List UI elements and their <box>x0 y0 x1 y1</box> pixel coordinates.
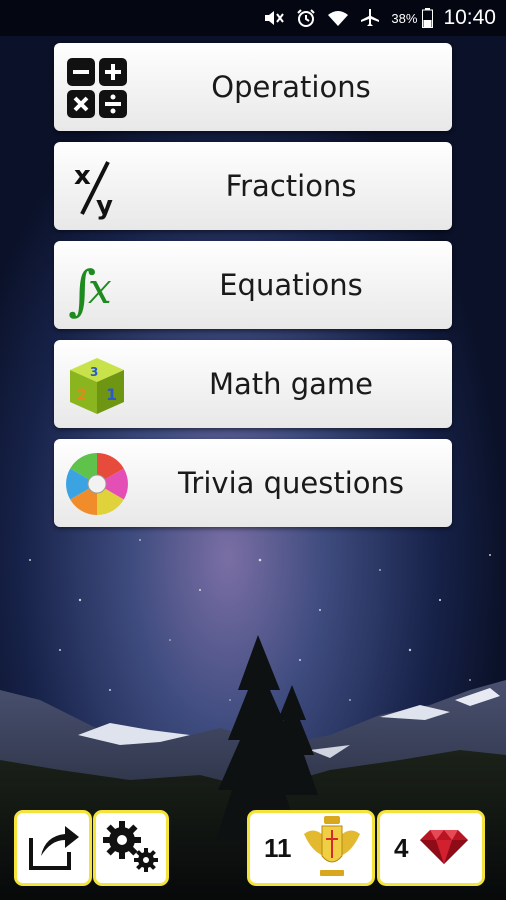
settings-gears-icon <box>100 818 162 878</box>
alarm-icon <box>295 7 317 29</box>
equations-label: Equations <box>219 268 363 302</box>
color-wheel-icon <box>64 451 130 517</box>
svg-text:x: x <box>88 264 112 313</box>
status-bar: 38% 10:40 <box>0 0 506 36</box>
badges-counter[interactable]: 11 <box>247 810 375 886</box>
svg-text:y: y <box>96 191 113 220</box>
battery-icon <box>421 7 433 29</box>
ruby-gem-icon <box>416 826 472 870</box>
svg-text:2: 2 <box>76 385 87 404</box>
equations-button[interactable]: ∫ x Equations <box>54 241 452 329</box>
integral-icon: ∫ x <box>64 253 130 322</box>
share-icon <box>25 818 81 878</box>
fractions-button[interactable]: x y Fractions <box>54 142 452 230</box>
share-button[interactable] <box>14 810 92 886</box>
wifi-icon <box>327 7 349 29</box>
operations-icon <box>64 55 130 121</box>
settings-button[interactable] <box>93 810 169 886</box>
svg-text:x: x <box>74 161 91 191</box>
gems-count: 4 <box>394 832 409 863</box>
math-game-button[interactable]: 3 2 1 Math game <box>54 340 452 428</box>
svg-text:1: 1 <box>106 385 117 404</box>
main-menu: Operations x y Fractions ∫ x Equations 3… <box>54 43 452 538</box>
clock-time: 10:40 <box>443 6 496 29</box>
trivia-questions-label: Trivia questions <box>177 466 405 500</box>
trivia-questions-button[interactable]: Trivia questions <box>54 439 452 527</box>
operations-button[interactable]: Operations <box>54 43 452 131</box>
mute-icon <box>263 7 285 29</box>
gems-counter[interactable]: 4 <box>377 810 485 886</box>
badges-count: 11 <box>264 832 292 863</box>
operations-label: Operations <box>211 70 371 104</box>
coat-of-arms-icon <box>300 812 364 884</box>
fractions-label: Fractions <box>225 169 357 203</box>
battery-percent: 38% <box>391 10 418 26</box>
airplane-icon <box>359 7 381 29</box>
fraction-icon: x y <box>64 154 130 221</box>
number-cube-icon: 3 2 1 <box>64 352 130 418</box>
svg-text:3: 3 <box>90 365 98 379</box>
math-game-label: Math game <box>208 367 374 401</box>
